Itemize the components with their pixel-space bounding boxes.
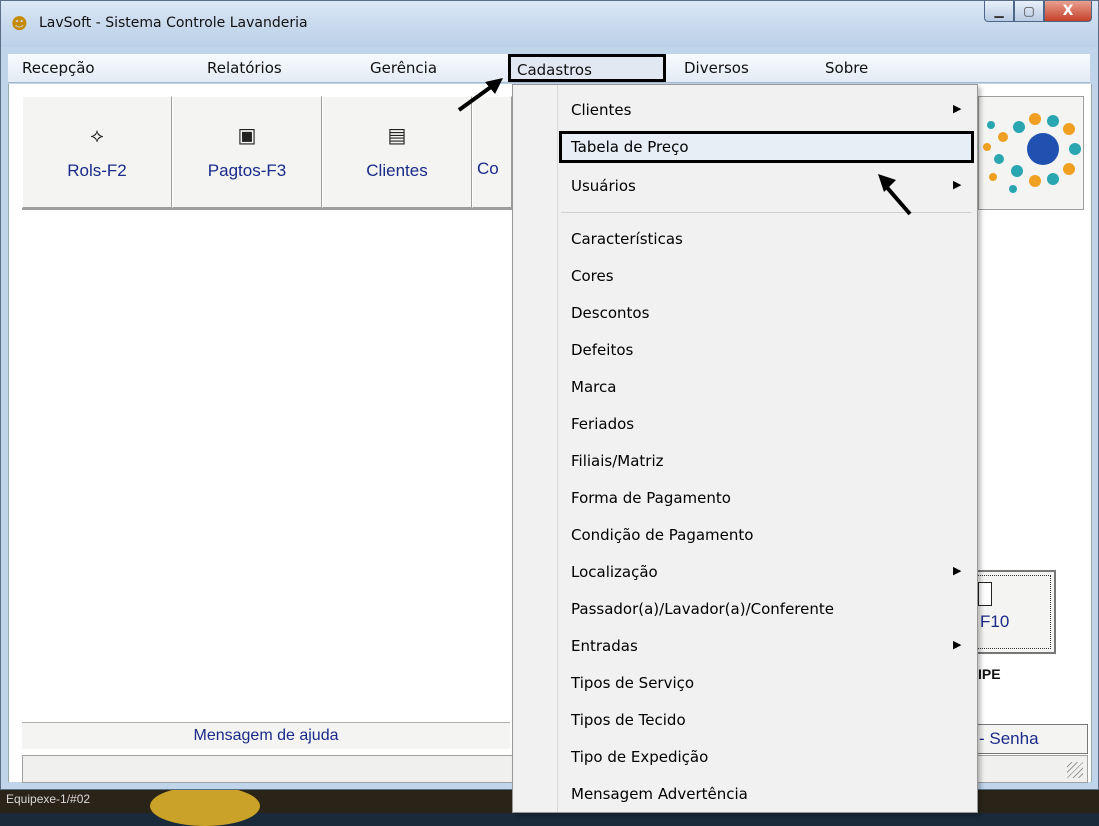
annotation-arrow-icon (457, 78, 503, 112)
menu-item-label: Tipo de Expedição (571, 748, 709, 766)
window-controls: ▁ ▢ X (984, 1, 1092, 23)
submenu-arrow-icon: ▶ (953, 102, 962, 115)
menu-item-mensagem-advertencia[interactable]: Mensagem Advertência (513, 777, 979, 811)
ipe-label: IPE (978, 666, 1001, 682)
menu-item-clientes[interactable]: Clientes ▶ (513, 93, 979, 127)
menu-item-label: Passador(a)/Lavador(a)/Conferente (571, 600, 834, 618)
f10-button[interactable]: F10 (970, 570, 1056, 654)
menu-item-label: Forma de Pagamento (571, 489, 731, 507)
menu-item-label: Tabela de Preço (571, 138, 689, 156)
dots-logo-icon (983, 113, 1081, 193)
annotation-arrow-icon (878, 174, 912, 216)
partial-button-label: Co (477, 159, 499, 178)
menu-item-marca[interactable]: Marca (513, 370, 979, 404)
menu-item-passador-lavador-conferente[interactable]: Passador(a)/Lavador(a)/Conferente (513, 592, 979, 626)
menu-item-label: Entradas (571, 637, 638, 655)
close-button[interactable]: X (1044, 1, 1092, 22)
help-message-bar: Mensagem de ajuda (22, 722, 510, 749)
menu-cadastros[interactable]: Cadastros (508, 54, 666, 82)
minimize-button[interactable]: ▁ (984, 1, 1014, 22)
menu-relatorios[interactable]: Relatórios (207, 59, 282, 77)
book-icon: ⟡ (90, 123, 104, 147)
menu-item-forma-de-pagamento[interactable]: Forma de Pagamento (513, 481, 979, 515)
menu-item-label: Clientes (571, 101, 632, 119)
menu-item-tipo-de-expedicao[interactable]: Tipo de Expedição (513, 740, 979, 774)
submenu-arrow-icon: ▶ (953, 638, 962, 651)
menu-item-filiais-matriz[interactable]: Filiais/Matriz (513, 444, 979, 478)
rols-button[interactable]: ⟡ Rols-F2 (22, 96, 172, 208)
menu-item-label: Localização (571, 563, 658, 581)
menu-item-feriados[interactable]: Feriados (513, 407, 979, 441)
menu-item-defeitos[interactable]: Defeitos (513, 333, 979, 367)
menu-item-tipos-de-tecido[interactable]: Tipos de Tecido (513, 703, 979, 737)
company-logo (978, 96, 1084, 210)
resize-grip-icon[interactable] (1067, 762, 1083, 778)
menu-item-label: Cores (571, 267, 614, 285)
app-logo-icon: ☻ (11, 14, 28, 33)
pagtos-button[interactable]: ▣ Pagtos-F3 (172, 96, 322, 208)
menu-item-label: Filiais/Matriz (571, 452, 664, 470)
menu-item-label: Feriados (571, 415, 635, 433)
rols-button-label: Rols-F2 (67, 161, 127, 180)
window-title: LavSoft - Sistema Controle Lavanderia (39, 15, 308, 31)
submenu-arrow-icon: ▶ (953, 178, 962, 191)
menu-item-tipos-de-servico[interactable]: Tipos de Serviço (513, 666, 979, 700)
menu-item-label: Tipos de Tecido (571, 711, 686, 729)
menu-item-label: Marca (571, 378, 617, 396)
menu-item-entradas[interactable]: Entradas ▶ (513, 629, 979, 663)
pagtos-button-label: Pagtos-F3 (207, 161, 287, 180)
menu-item-cores[interactable]: Cores (513, 259, 979, 293)
senha-button-label: - Senha (979, 729, 1039, 748)
menu-item-condicao-de-pagamento[interactable]: Condição de Pagamento (513, 518, 979, 552)
register-icon: ▣ (237, 123, 257, 147)
menu-item-tabela-de-preco[interactable]: Tabela de Preço (513, 131, 979, 165)
clientes-button-label: Clientes (366, 161, 428, 180)
toolbar: ⟡ Rols-F2 ▣ Pagtos-F3 ▤ Clientes Co (22, 96, 512, 208)
menu-item-label: Usuários (571, 177, 636, 195)
clientes-button[interactable]: ▤ Clientes (322, 96, 472, 208)
menu-item-caracteristicas[interactable]: Características (513, 222, 979, 256)
menu-gerencia[interactable]: Gerência (370, 59, 437, 77)
menu-sobre[interactable]: Sobre (825, 59, 868, 77)
menu-recepcao[interactable]: Recepção (22, 59, 95, 77)
monitor-icon (978, 582, 992, 606)
menu-item-label: Condição de Pagamento (571, 526, 754, 544)
document-icon: ▤ (387, 123, 407, 147)
menu-item-localizacao[interactable]: Localização ▶ (513, 555, 979, 589)
f10-button-label: F10 (980, 612, 1010, 631)
submenu-arrow-icon: ▶ (953, 564, 962, 577)
desktop-icon-label: Equipexe-1/#02 (6, 792, 91, 806)
menu-item-label: Mensagem Advertência (571, 785, 748, 803)
menu-diversos[interactable]: Diversos (684, 59, 749, 77)
title-bar[interactable]: ☻ LavSoft - Sistema Controle Lavanderia … (1, 1, 1098, 47)
menu-bar: Recepção Relatórios Gerência Cadastros D… (8, 54, 1090, 83)
menu-item-label: Características (571, 230, 683, 248)
senha-button[interactable]: - Senha (972, 724, 1088, 754)
maximize-button[interactable]: ▢ (1014, 1, 1044, 22)
menu-item-label: Descontos (571, 304, 650, 322)
desktop-wallpaper-shape (150, 786, 260, 826)
help-message: Mensagem de ajuda (193, 727, 339, 744)
menu-item-label: Defeitos (571, 341, 634, 359)
menu-item-descontos[interactable]: Descontos (513, 296, 979, 330)
menu-item-label: Tipos de Serviço (571, 674, 695, 692)
